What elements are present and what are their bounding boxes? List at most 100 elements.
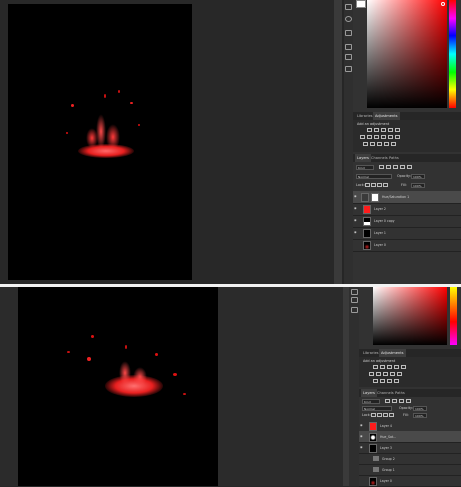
visibility-eye-icon[interactable]: [360, 468, 364, 471]
clone-source-icon[interactable]: [345, 54, 352, 60]
lock-all-icon[interactable]: [389, 413, 394, 417]
visibility-eye-icon[interactable]: ◉: [360, 435, 364, 438]
selective-color-icon[interactable]: [391, 142, 396, 146]
invert-icon[interactable]: [363, 142, 368, 146]
visibility-eye-icon[interactable]: ◉: [354, 219, 358, 222]
color-balance-icon[interactable]: [367, 135, 372, 139]
bottom-tab-libraries[interactable]: Libraries: [361, 349, 381, 357]
top-kind-filter[interactable]: Kind: [356, 165, 374, 170]
curves-icon[interactable]: [387, 365, 392, 369]
info-icon[interactable]: [345, 16, 352, 22]
channel-mixer-icon[interactable]: [388, 135, 393, 139]
character-icon[interactable]: [351, 307, 358, 313]
posterize-icon[interactable]: [370, 142, 375, 146]
levels-icon[interactable]: [374, 128, 379, 132]
clone-source-icon[interactable]: [351, 297, 358, 303]
top-fill-field[interactable]: 100%: [411, 183, 425, 188]
top-document-canvas[interactable]: [8, 4, 192, 280]
bottom-kind-filter[interactable]: Kind: [362, 399, 380, 404]
lock-move-icon[interactable]: [377, 183, 382, 187]
filter-type-icon[interactable]: [399, 399, 404, 403]
visibility-eye-icon[interactable]: ◉: [354, 195, 358, 198]
character-icon[interactable]: [345, 66, 352, 72]
bottom-fill-field[interactable]: 100%: [413, 413, 427, 418]
top-scrollbar[interactable]: [334, 0, 342, 284]
filter-shape-icon[interactable]: [406, 399, 411, 403]
lock-move-icon[interactable]: [383, 413, 388, 417]
filter-adjustment-icon[interactable]: [392, 399, 397, 403]
layer-row[interactable]: Layer 0: [359, 475, 461, 487]
brush-icon[interactable]: [351, 289, 358, 295]
visibility-eye-icon[interactable]: [354, 243, 358, 246]
top-hue-slider[interactable]: [449, 0, 456, 108]
gradient-map-icon[interactable]: [384, 142, 389, 146]
lock-brush-icon[interactable]: [371, 183, 376, 187]
brightness-icon[interactable]: [373, 365, 378, 369]
color-balance-icon[interactable]: [376, 372, 381, 376]
threshold-icon[interactable]: [377, 142, 382, 146]
bottom-opacity-field[interactable]: 100%: [413, 406, 427, 411]
brush-icon[interactable]: [345, 44, 352, 50]
bottom-hue-slider[interactable]: [450, 287, 457, 345]
lock-brush-icon[interactable]: [377, 413, 382, 417]
filter-shape-icon[interactable]: [400, 165, 405, 169]
bottom-tab-paths[interactable]: Paths: [393, 389, 407, 397]
exposure-icon[interactable]: [388, 128, 393, 132]
filter-type-icon[interactable]: [393, 165, 398, 169]
visibility-eye-icon[interactable]: ◉: [354, 231, 358, 234]
gradient-map-icon[interactable]: [394, 379, 399, 383]
visibility-eye-icon[interactable]: ◉: [360, 424, 364, 427]
hue-saturation-icon[interactable]: [360, 135, 365, 139]
top-workspace: Libraries Adjustments Add an adjustment: [0, 0, 461, 284]
filter-pixel-icon[interactable]: [379, 165, 384, 169]
posterize-icon[interactable]: [380, 379, 385, 383]
bottom-tab-adjustments[interactable]: Adjustments: [379, 349, 406, 357]
layer-row[interactable]: Layer 0: [353, 239, 461, 252]
photo-filter-icon[interactable]: [381, 135, 386, 139]
top-tab-paths[interactable]: Paths: [387, 154, 401, 162]
top-opacity-field[interactable]: 100%: [411, 174, 425, 179]
bottom-fill-value: 100%: [415, 414, 424, 418]
invert-icon[interactable]: [373, 379, 378, 383]
top-fg-swatch[interactable]: [356, 0, 366, 8]
bottom-splash-image: [63, 327, 193, 407]
layer-name: Layer 4: [380, 424, 392, 428]
top-tab-libraries[interactable]: Libraries: [355, 112, 375, 120]
lock-pixels-icon[interactable]: [365, 183, 370, 187]
black-white-icon[interactable]: [374, 135, 379, 139]
brightness-icon[interactable]: [367, 128, 372, 132]
bottom-color-field[interactable]: [373, 287, 447, 345]
vibrance-icon[interactable]: [395, 128, 400, 132]
bottom-document-canvas[interactable]: [18, 287, 218, 486]
bottom-adjustments-heading: Add an adjustment: [363, 359, 396, 363]
visibility-eye-icon[interactable]: ◉: [354, 207, 358, 210]
threshold-icon[interactable]: [387, 379, 392, 383]
bottom-blend-mode-select[interactable]: Normal: [362, 406, 392, 411]
lock-all-icon[interactable]: [383, 183, 388, 187]
color-lookup-icon[interactable]: [395, 135, 400, 139]
top-opacity-value: 100%: [413, 175, 422, 179]
vibrance-icon[interactable]: [401, 365, 406, 369]
layer-thumbnail: [369, 476, 377, 486]
exposure-icon[interactable]: [394, 365, 399, 369]
top-color-picker-handle[interactable]: [441, 2, 445, 6]
curves-icon[interactable]: [381, 128, 386, 132]
history-icon[interactable]: [345, 4, 352, 10]
top-blend-mode-select[interactable]: Normal: [356, 174, 392, 179]
top-color-field[interactable]: [367, 0, 447, 108]
levels-icon[interactable]: [380, 365, 385, 369]
properties-icon[interactable]: [345, 30, 352, 36]
visibility-eye-icon[interactable]: [360, 457, 364, 460]
filter-adjustment-icon[interactable]: [386, 165, 391, 169]
filter-pixel-icon[interactable]: [385, 399, 390, 403]
hue-saturation-icon[interactable]: [369, 372, 374, 376]
channel-mixer-icon[interactable]: [397, 372, 402, 376]
top-tab-adjustments[interactable]: Adjustments: [373, 112, 400, 120]
visibility-eye-icon[interactable]: ◉: [360, 446, 364, 449]
black-white-icon[interactable]: [383, 372, 388, 376]
lock-pixels-icon[interactable]: [371, 413, 376, 417]
top-splash-image: [66, 84, 146, 169]
filter-smart-icon[interactable]: [407, 165, 412, 169]
visibility-eye-icon[interactable]: [360, 479, 364, 482]
photo-filter-icon[interactable]: [390, 372, 395, 376]
